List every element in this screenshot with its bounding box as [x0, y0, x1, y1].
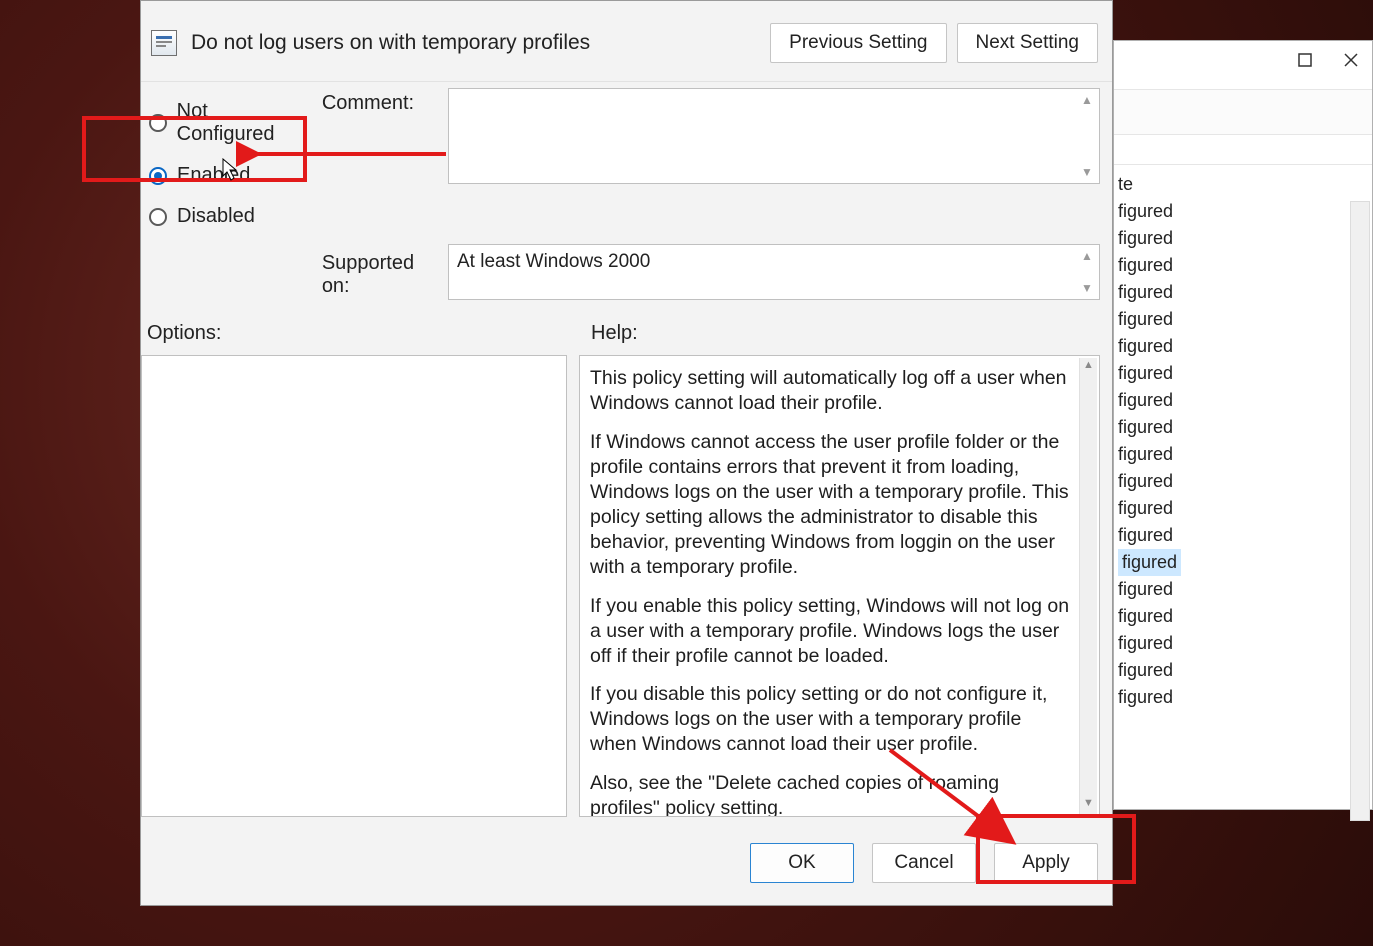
list-item[interactable]: figured — [1118, 468, 1372, 495]
list-item[interactable]: figured — [1118, 630, 1372, 657]
list-item[interactable]: te — [1118, 171, 1372, 198]
radio-not-configured[interactable]: Not Configured — [147, 94, 308, 152]
comment-label: Comment: — [322, 88, 434, 234]
policy-title: Do not log users on with temporary profi… — [191, 31, 756, 55]
help-scrollbar[interactable]: ▲▼ — [1079, 358, 1097, 814]
help-paragraph: If you enable this policy setting, Windo… — [590, 594, 1073, 669]
help-box: This policy setting will automatically l… — [579, 355, 1100, 817]
help-label: Help: — [591, 322, 638, 345]
close-icon[interactable] — [1342, 51, 1360, 69]
radio-icon — [149, 167, 167, 185]
bg-toolbar-2 — [1114, 135, 1372, 165]
radio-icon — [149, 208, 167, 226]
list-item[interactable]: figured — [1118, 252, 1372, 279]
radio-label: Disabled — [177, 205, 255, 228]
list-item[interactable]: figured — [1118, 576, 1372, 603]
list-item[interactable]: figured — [1118, 522, 1372, 549]
scrollbar[interactable]: ▲▼ — [1081, 249, 1095, 295]
bg-state-list: te figured figured figured figured figur… — [1114, 165, 1372, 721]
dialog-footer: OK Cancel Apply — [141, 829, 1112, 897]
help-paragraph: If you disable this policy setting or do… — [590, 682, 1073, 757]
radio-label: Enabled — [177, 164, 250, 187]
list-item[interactable]: figured — [1118, 225, 1372, 252]
radio-label: Not Configured — [177, 100, 308, 146]
options-label: Options: — [147, 322, 577, 345]
list-item[interactable]: figured — [1118, 360, 1372, 387]
help-paragraph: Also, see the "Delete cached copies of r… — [590, 771, 1073, 817]
list-item[interactable]: figured — [1118, 414, 1372, 441]
list-item[interactable]: figured — [1118, 549, 1372, 576]
cancel-button[interactable]: Cancel — [872, 843, 976, 883]
dialog-header: Do not log users on with temporary profi… — [141, 11, 1112, 82]
list-item[interactable]: figured — [1118, 495, 1372, 522]
list-item[interactable]: figured — [1118, 198, 1372, 225]
maximize-icon[interactable] — [1296, 51, 1314, 69]
list-item[interactable]: figured — [1118, 279, 1372, 306]
dialog-titlebar — [141, 1, 1112, 11]
background-window: te figured figured figured figured figur… — [1113, 40, 1373, 810]
list-item[interactable]: figured — [1118, 684, 1372, 711]
bg-window-titlebar — [1114, 41, 1372, 89]
radio-disabled[interactable]: Disabled — [147, 199, 308, 234]
radio-icon — [149, 114, 167, 132]
apply-button[interactable]: Apply — [994, 843, 1098, 883]
list-item[interactable]: figured — [1118, 306, 1372, 333]
bg-scrollbar[interactable] — [1350, 201, 1370, 821]
comment-textbox[interactable]: ▲▼ — [448, 88, 1100, 184]
list-item[interactable]: figured — [1118, 657, 1372, 684]
bg-toolbar — [1114, 89, 1372, 135]
help-paragraph: If Windows cannot access the user profil… — [590, 430, 1073, 580]
next-setting-button[interactable]: Next Setting — [957, 23, 1099, 63]
list-item[interactable]: figured — [1118, 441, 1372, 468]
supported-on-value: At least Windows 2000 — [457, 251, 650, 272]
options-box — [141, 355, 567, 817]
ok-button[interactable]: OK — [750, 843, 854, 883]
scrollbar[interactable]: ▲▼ — [1081, 93, 1095, 179]
help-paragraph: This policy setting will automatically l… — [590, 366, 1073, 416]
supported-on-label: Supported on: — [322, 244, 434, 298]
policy-icon — [151, 30, 177, 56]
list-item[interactable]: figured — [1118, 603, 1372, 630]
policy-dialog: Do not log users on with temporary profi… — [140, 0, 1113, 906]
previous-setting-button[interactable]: Previous Setting — [770, 23, 946, 63]
state-radio-group: Not Configured Enabled Disabled — [147, 88, 308, 234]
supported-on-box: At least Windows 2000 ▲▼ — [448, 244, 1100, 300]
list-item[interactable]: figured — [1118, 333, 1372, 360]
list-item[interactable]: figured — [1118, 387, 1372, 414]
radio-enabled[interactable]: Enabled — [147, 158, 308, 193]
